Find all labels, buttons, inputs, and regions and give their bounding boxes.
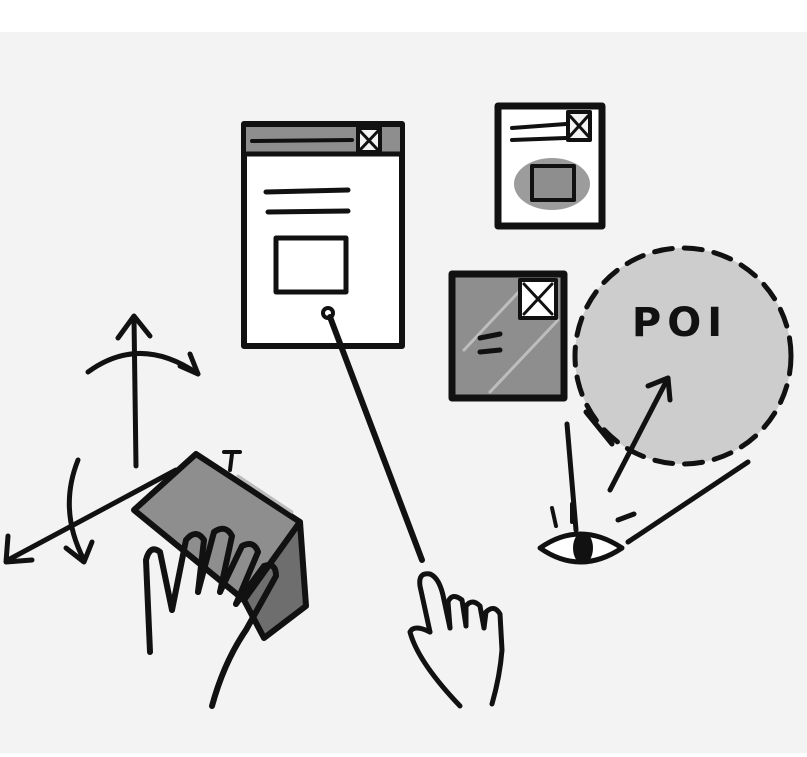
ar-interaction-sketch: POI xyxy=(0,32,807,753)
minimized-window-icon xyxy=(494,102,606,230)
sketch-canvas: POI xyxy=(0,0,807,753)
poi-bubble: POI xyxy=(572,245,794,467)
floating-window-icon xyxy=(241,121,405,349)
poi-label: POI xyxy=(632,300,728,346)
folded-window-icon xyxy=(448,270,568,402)
